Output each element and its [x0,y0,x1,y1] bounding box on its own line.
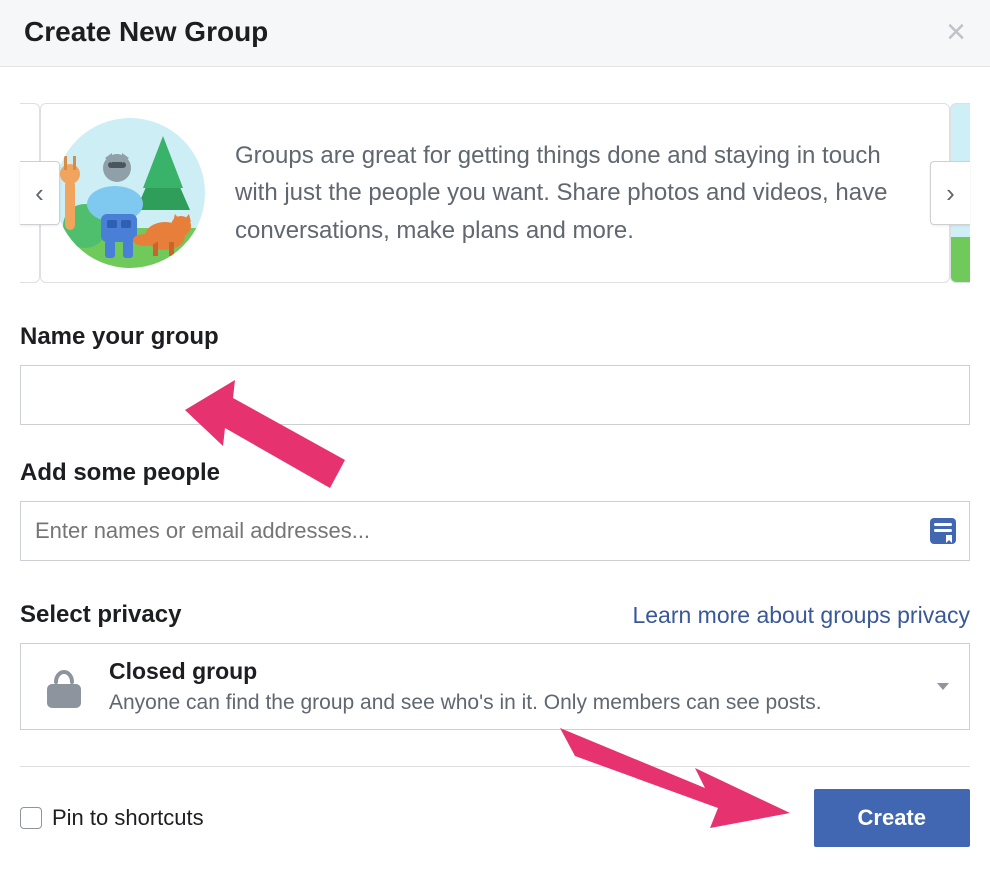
contact-list-icon[interactable] [928,516,958,546]
groups-illustration-icon [55,118,205,268]
carousel-prev-button[interactable]: ‹ [20,161,60,225]
carousel-next-button[interactable]: › [930,161,970,225]
chevron-left-icon: ‹ [35,178,44,209]
pin-to-shortcuts: Pin to shortcuts [20,805,204,831]
modal-title: Create New Group [24,16,268,48]
pin-checkbox[interactable] [20,807,42,829]
privacy-selected-title: Closed group [109,658,822,685]
modal-footer: Pin to shortcuts Create [20,789,970,847]
modal-content: Groups are great for getting things done… [0,103,990,847]
banner-text: Groups are great for getting things done… [235,137,929,249]
modal-header: Create New Group × [0,0,990,67]
close-icon[interactable]: × [946,20,966,44]
privacy-selected: Closed group Anyone can find the group a… [109,658,822,715]
add-people-label: Add some people [20,459,970,487]
create-button[interactable]: Create [814,789,970,847]
lock-icon [41,662,87,712]
add-people-input-wrap [20,501,970,561]
privacy-dropdown[interactable]: Closed group Anyone can find the group a… [20,643,970,730]
privacy-selected-description: Anyone can find the group and see who's … [109,691,822,715]
privacy-header-row: Select privacy Learn more about groups p… [20,601,970,629]
chevron-right-icon: › [946,178,955,209]
add-people-input[interactable] [20,501,970,561]
footer-divider [20,766,970,767]
privacy-learn-more-link[interactable]: Learn more about groups privacy [632,602,970,629]
chevron-down-icon [937,683,949,690]
name-group-label: Name your group [20,323,970,351]
privacy-label: Select privacy [20,601,181,629]
pin-label: Pin to shortcuts [52,805,204,831]
group-name-input[interactable] [20,365,970,425]
banner-carousel: Groups are great for getting things done… [20,103,970,283]
banner-card: Groups are great for getting things done… [40,103,950,283]
